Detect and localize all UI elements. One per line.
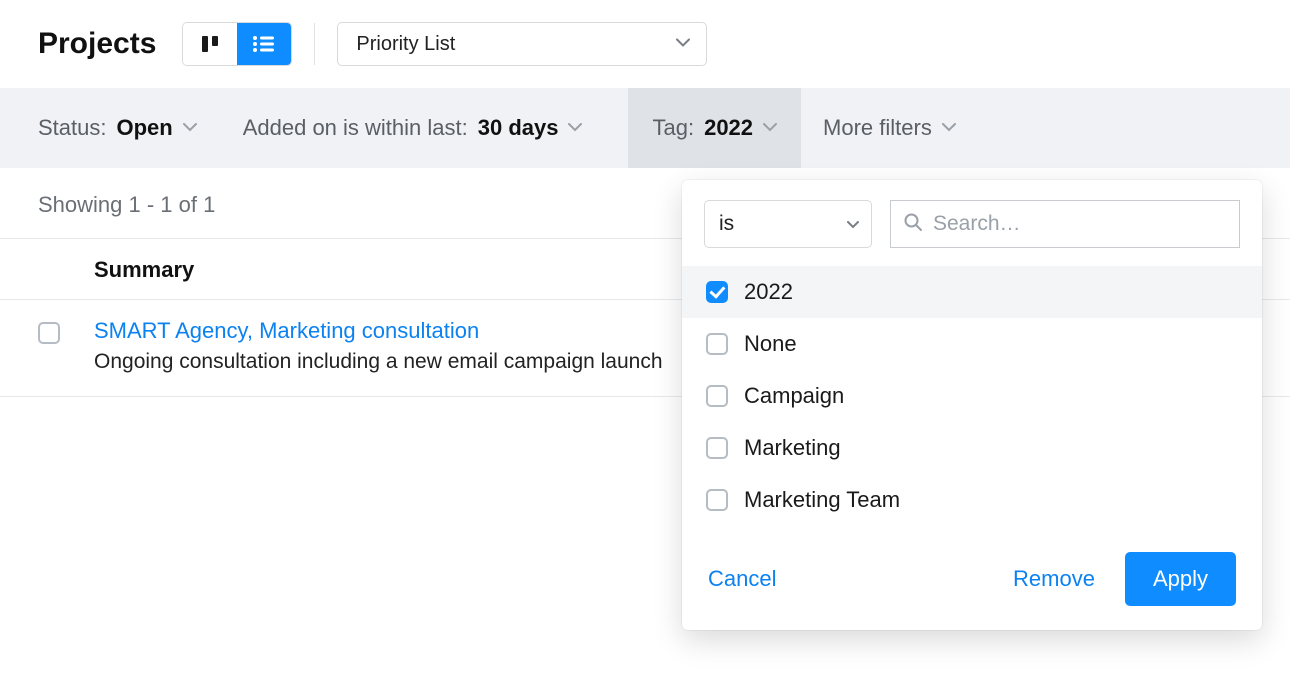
tag-option[interactable]: Marketing: [682, 422, 1262, 474]
condition-select[interactable]: is: [704, 200, 872, 248]
apply-button[interactable]: Apply: [1125, 552, 1236, 606]
list-selector-value: Priority List: [356, 33, 455, 56]
filter-added-label: Added on is within last:: [243, 115, 468, 141]
dropdown-controls: is: [682, 180, 1262, 262]
filter-status-label: Status:: [38, 115, 106, 141]
list-view-button[interactable]: [237, 23, 291, 65]
search-icon: [903, 212, 923, 236]
filter-added-on[interactable]: Added on is within last: 30 days: [243, 88, 607, 168]
tag-filter-dropdown: is 2022 None Campaign Marketing: [682, 180, 1262, 630]
view-toggle: [182, 22, 292, 66]
row-checkbox[interactable]: [38, 322, 60, 344]
page-header: Projects Priority List: [0, 0, 1290, 88]
option-checkbox[interactable]: [706, 489, 728, 511]
caret-down-icon: [676, 36, 690, 53]
filter-bar: Status: Open Added on is within last: 30…: [0, 88, 1290, 168]
list-icon: [252, 34, 276, 54]
option-label: None: [744, 331, 797, 357]
chevron-down-icon: [183, 123, 197, 133]
option-checkbox[interactable]: [706, 333, 728, 355]
tag-option-list: 2022 None Campaign Marketing Marketing T…: [682, 262, 1262, 534]
chevron-down-icon: [942, 123, 956, 133]
tag-option[interactable]: Marketing Team: [682, 474, 1262, 526]
chevron-down-icon: [763, 123, 777, 133]
board-view-button[interactable]: [183, 23, 237, 65]
cancel-button[interactable]: Cancel: [708, 566, 776, 592]
tag-search[interactable]: [890, 200, 1240, 248]
tag-option[interactable]: Campaign: [682, 370, 1262, 422]
option-label: Marketing: [744, 435, 841, 461]
filter-status-value: Open: [116, 115, 172, 141]
option-checkbox[interactable]: [706, 437, 728, 459]
condition-value: is: [719, 212, 734, 236]
tag-search-input[interactable]: [933, 212, 1227, 236]
option-label: Marketing Team: [744, 487, 900, 513]
option-label: Campaign: [744, 383, 844, 409]
option-checkbox[interactable]: [706, 385, 728, 407]
option-checkbox[interactable]: [706, 281, 728, 303]
dropdown-actions: Cancel Remove Apply: [682, 534, 1262, 622]
more-filters-label: More filters: [823, 115, 932, 141]
list-selector[interactable]: Priority List: [337, 22, 707, 66]
remove-button[interactable]: Remove: [1013, 566, 1095, 592]
project-title-link[interactable]: SMART Agency, Marketing consultation: [94, 318, 479, 344]
filter-status[interactable]: Status: Open: [38, 88, 221, 168]
caret-down-icon: [847, 212, 859, 236]
more-filters[interactable]: More filters: [823, 88, 980, 168]
option-label: 2022: [744, 279, 793, 305]
filter-added-value: 30 days: [478, 115, 559, 141]
filter-tag-value: 2022: [704, 115, 753, 141]
chevron-down-icon: [568, 123, 582, 133]
filter-tag-label: Tag:: [652, 115, 694, 141]
tag-option[interactable]: 2022: [682, 266, 1262, 318]
page-title: Projects: [38, 27, 156, 61]
filter-tag[interactable]: Tag: 2022: [628, 88, 801, 168]
board-icon: [200, 34, 220, 54]
row-checkbox-cell: [38, 318, 94, 348]
divider: [314, 23, 315, 65]
tag-option[interactable]: None: [682, 318, 1262, 370]
